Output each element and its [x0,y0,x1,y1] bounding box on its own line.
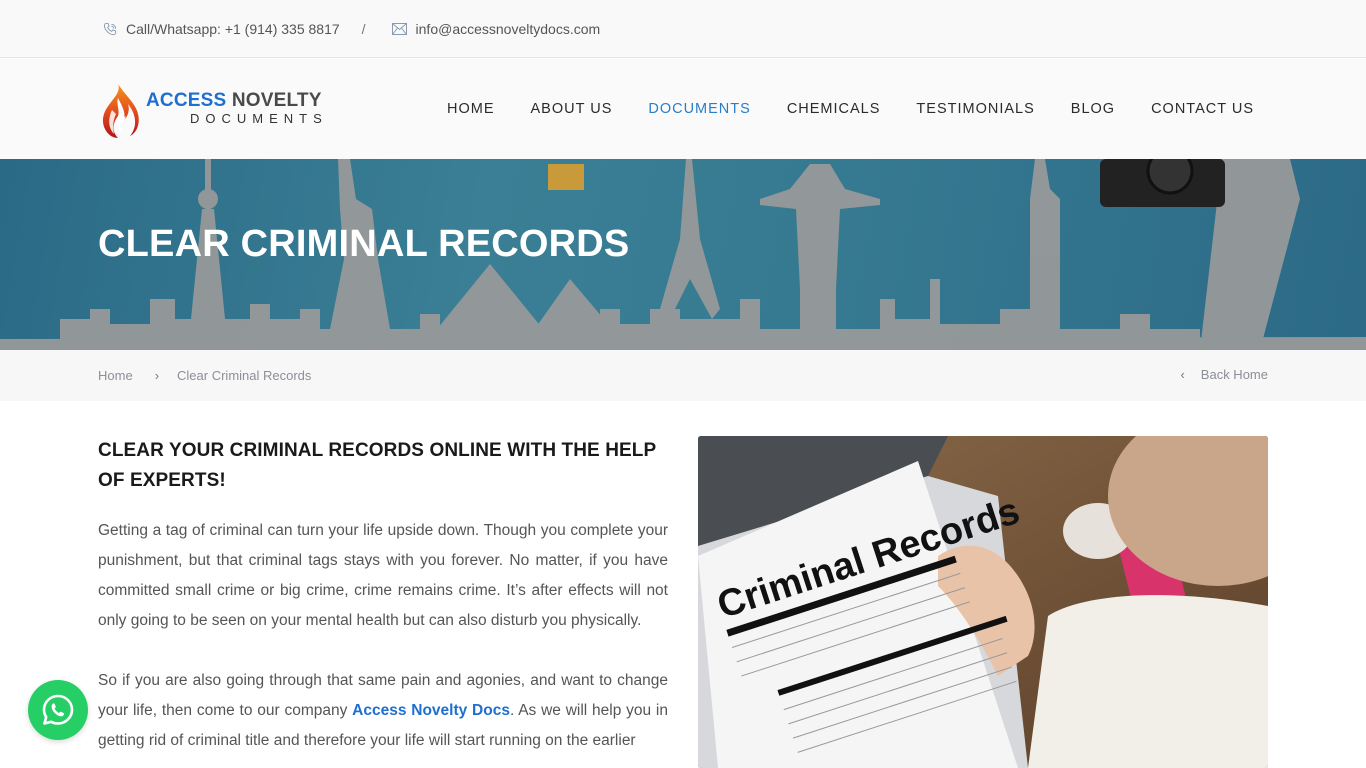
phone-link[interactable]: Call/Whatsapp: +1 (914) 335 8817 [126,21,340,37]
page-title: CLEAR CRIMINAL RECORDS [98,223,630,265]
main-nav: HOME ABOUT US DOCUMENTS CHEMICALS TESTIM… [411,59,1254,159]
contact-info: Call/Whatsapp: +1 (914) 335 8817 / info@… [102,0,600,58]
envelope-icon [392,21,408,37]
chevron-left-icon: ‹ [1180,367,1185,382]
nav-home[interactable]: HOME [447,101,495,117]
logo-text: ACCESS NOVELTY DOCUMENTS [146,91,328,127]
nav-documents[interactable]: DOCUMENTS [648,101,750,117]
logo-word-documents: DOCUMENTS [190,111,328,126]
whatsapp-chat-button[interactable] [28,680,88,740]
article-heading: CLEAR YOUR CRIMINAL RECORDS ONLINE WITH … [98,440,656,491]
contact-separator: / [361,21,366,37]
nav-about-us[interactable]: ABOUT US [531,101,613,117]
back-home-link[interactable]: ‹ Back Home [1180,350,1268,399]
logo-word-novelty: NOVELTY [231,90,322,111]
site-logo[interactable]: ACCESS NOVELTY DOCUMENTS [98,81,328,141]
article-paragraph-1: Getting a tag of criminal can turn your … [98,522,668,629]
logo-word-access: ACCESS [146,90,227,111]
company-link[interactable]: Access Novelty Docs [352,702,510,719]
criminal-records-image: Criminal Records [698,436,1268,768]
article-body: CLEAR YOUR CRIMINAL RECORDS ONLINE WITH … [98,436,668,756]
nav-blog[interactable]: BLOG [1071,101,1115,117]
page-hero-banner: CLEAR CRIMINAL RECORDS [0,159,1366,350]
chevron-right-icon: › [154,368,160,383]
nav-testimonials[interactable]: TESTIMONIALS [916,101,1034,117]
site-header: ACCESS NOVELTY DOCUMENTS HOME ABOUT US D… [0,59,1366,159]
nav-chemicals[interactable]: CHEMICALS [787,101,881,117]
breadcrumb-bar: Home › Clear Criminal Records ‹ Back Hom… [0,350,1366,401]
breadcrumb-current: Clear Criminal Records [177,368,312,383]
breadcrumb-home[interactable]: Home [98,368,133,383]
flame-icon [102,84,139,138]
top-contact-bar: Call/Whatsapp: +1 (914) 335 8817 / info@… [0,0,1366,58]
article-paragraph-2: So if you are also going through that sa… [98,666,668,756]
back-home-label: Back Home [1200,367,1268,382]
breadcrumb: Home › Clear Criminal Records [98,350,311,401]
email-link[interactable]: info@accessnoveltydocs.com [416,21,601,37]
nav-contact-us[interactable]: CONTACT US [1151,101,1254,117]
whatsapp-icon [42,694,74,725]
phone-icon [102,21,118,37]
